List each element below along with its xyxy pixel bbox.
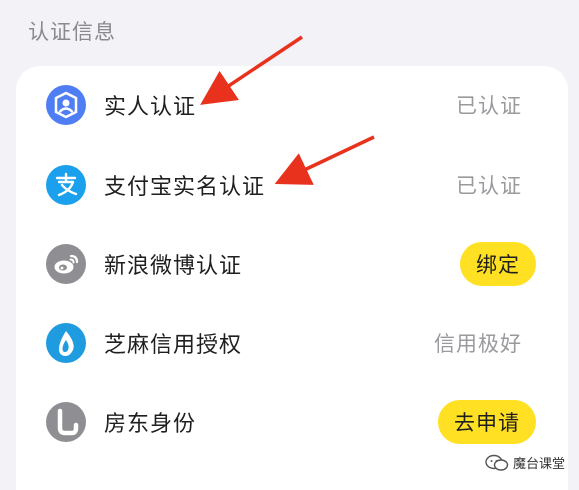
face-id-icon (46, 85, 86, 125)
row-label: 房东身份 (104, 412, 197, 437)
section-title: 认证信息 (28, 20, 116, 44)
row-real-person-verification[interactable]: 实人认证 已认证 (16, 66, 568, 144)
status-text: 信用极好 (434, 332, 522, 356)
watermark: 魔台课堂 (485, 453, 565, 472)
row-label: 实人认证 (104, 95, 197, 120)
status-text: 已认证 (456, 174, 522, 198)
alipay-icon (46, 165, 86, 205)
watermark-text: 魔台课堂 (512, 457, 565, 472)
row-label: 支付宝实名认证 (104, 175, 266, 200)
row-alipay-verification[interactable]: 支付宝实名认证 已认证 (16, 146, 568, 224)
landlord-icon (46, 402, 86, 442)
row-label: 新浪微博认证 (104, 254, 243, 279)
verification-card: 实人认证 已认证 支付宝实名认证 已认证 新浪微博认证 绑定 芝麻信用授权 信用… (16, 66, 568, 490)
status-text: 已认证 (456, 94, 522, 118)
apply-button[interactable]: 去申请 (438, 400, 536, 444)
sesame-credit-icon (46, 323, 86, 363)
row-landlord-identity[interactable]: 房东身份 去申请 (16, 383, 568, 461)
row-label: 芝麻信用授权 (104, 333, 243, 358)
bind-button[interactable]: 绑定 (460, 242, 536, 286)
wechat-icon (485, 454, 509, 471)
row-weibo-verification[interactable]: 新浪微博认证 绑定 (16, 225, 568, 303)
row-sesame-credit-authorization[interactable]: 芝麻信用授权 信用极好 (16, 304, 568, 382)
weibo-icon (46, 244, 86, 284)
